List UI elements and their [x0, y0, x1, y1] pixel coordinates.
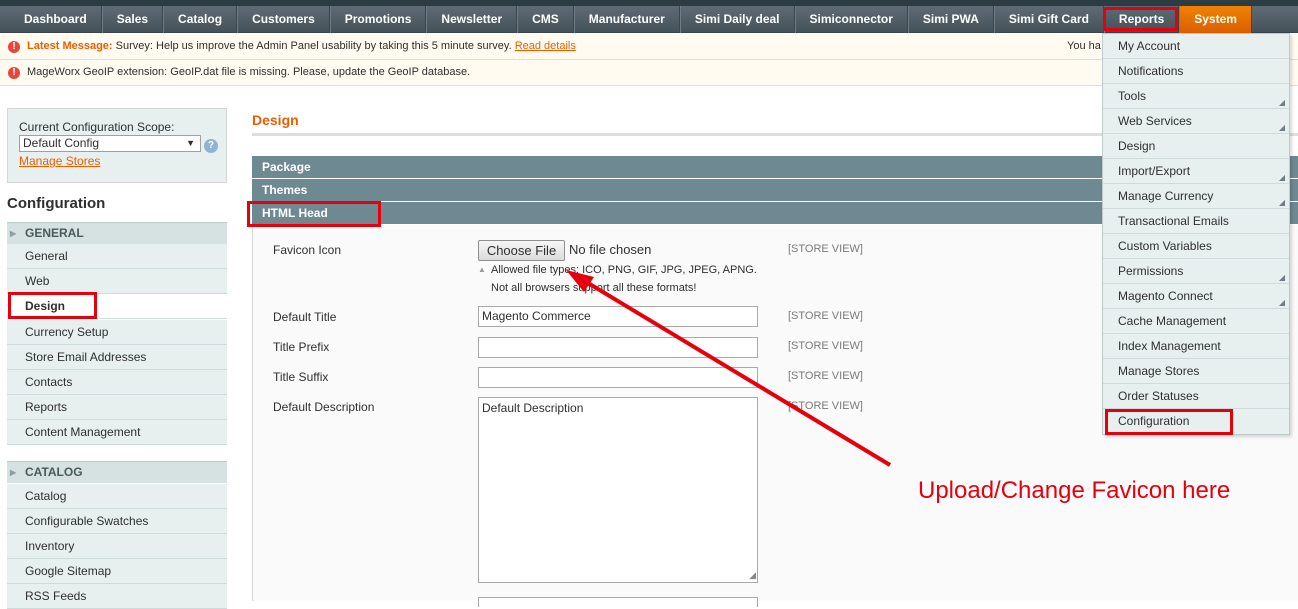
annotation-arrow [566, 270, 892, 467]
annotation-text: Upload/Change Favicon here [918, 477, 1231, 504]
